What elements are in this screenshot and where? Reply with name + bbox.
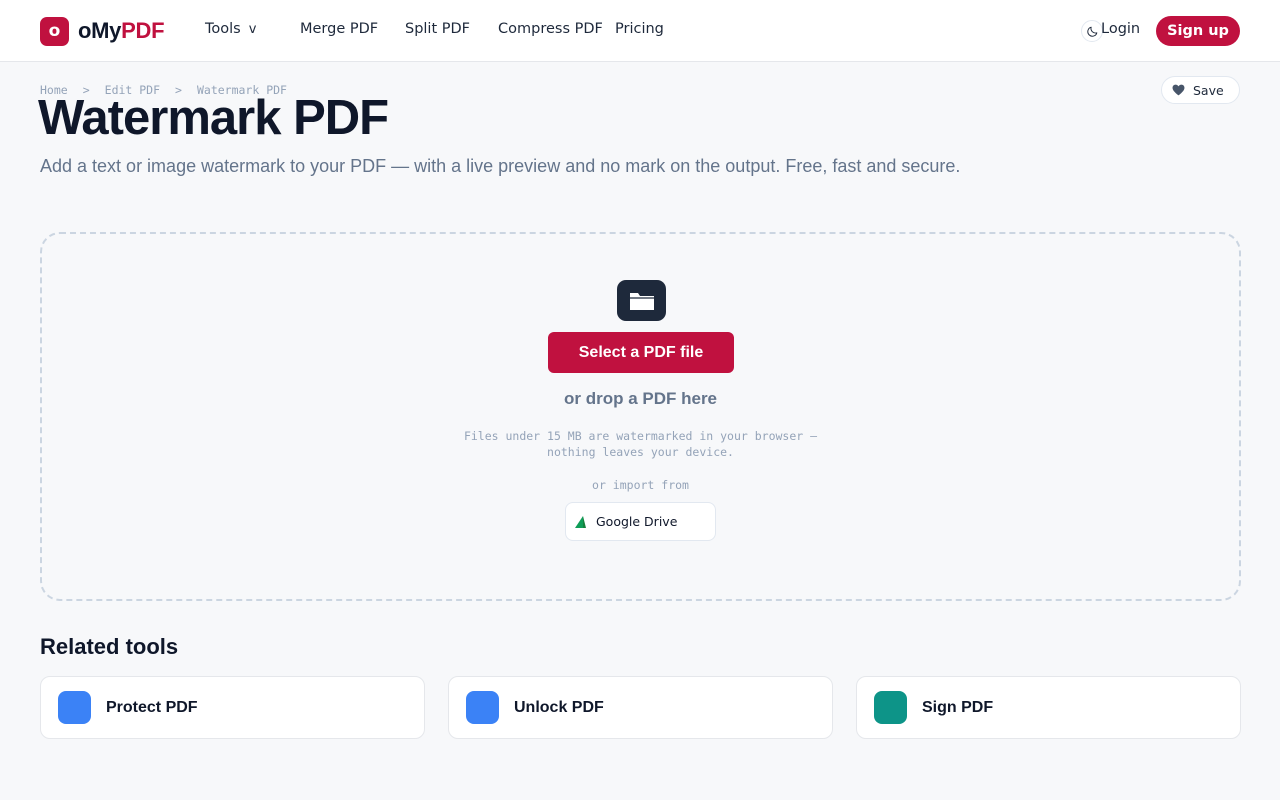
import-label: or import from xyxy=(592,478,689,492)
google-drive-label: Google Drive xyxy=(596,514,678,529)
nav-tools-dropdown[interactable]: Tools v xyxy=(205,21,256,37)
page-title: Watermark PDF xyxy=(38,91,389,145)
nav-compress-pdf[interactable]: Compress PDF xyxy=(498,21,603,37)
related-tool-name: Unlock PDF xyxy=(514,698,604,716)
top-navbar: o oMyPDF Tools v Merge PDF Split PDF Comp… xyxy=(0,0,1280,62)
related-tool-name: Protect PDF xyxy=(106,698,198,716)
logo-text-accent: PDF xyxy=(121,18,165,43)
nav-merge-pdf[interactable]: Merge PDF xyxy=(300,21,378,37)
privacy-note-line2: nothing leaves your device. xyxy=(547,445,734,459)
save-button[interactable]: Save xyxy=(1161,76,1240,104)
related-tool-card[interactable]: Unlock PDF xyxy=(448,676,833,739)
chevron-down-icon: v xyxy=(248,22,257,37)
privacy-note-line1: Files under 15 MB are watermarked in you… xyxy=(463,429,818,443)
page-subtitle: Add a text or image watermark to your PD… xyxy=(40,156,961,176)
heart-icon xyxy=(1172,84,1185,96)
logo-mark-letter: o xyxy=(48,20,61,41)
nav-tools-label: Tools xyxy=(205,21,241,37)
moon-icon xyxy=(1086,26,1097,37)
related-tool-card[interactable]: Sign PDF xyxy=(856,676,1241,739)
tool-color-icon xyxy=(58,691,91,724)
tool-color-icon xyxy=(466,691,499,724)
google-drive-icon xyxy=(575,515,587,529)
logo-mark-icon: o xyxy=(40,16,69,46)
related-tools-heading: Related tools xyxy=(40,634,179,659)
save-button-label: Save xyxy=(1193,82,1224,98)
related-tool-name: Sign PDF xyxy=(922,698,994,716)
nav-split-pdf[interactable]: Split PDF xyxy=(405,21,470,37)
logo[interactable]: o oMyPDF xyxy=(40,16,165,46)
logo-text: oMyPDF xyxy=(78,18,165,44)
nav-pricing[interactable]: Pricing xyxy=(615,21,664,37)
logo-text-main: oMy xyxy=(78,18,122,43)
google-drive-button[interactable]: Google Drive xyxy=(565,502,716,541)
select-pdf-button[interactable]: Select a PDF file xyxy=(548,332,734,373)
signup-button[interactable]: Sign up xyxy=(1156,16,1240,46)
drop-hint: or drop a PDF here xyxy=(563,389,718,408)
login-link[interactable]: Login xyxy=(1101,21,1140,37)
privacy-note: Files under 15 MB are watermarked in you… xyxy=(42,428,1239,460)
folder-icon xyxy=(617,280,666,321)
tool-color-icon xyxy=(874,691,907,724)
theme-toggle-button[interactable] xyxy=(1081,20,1103,42)
related-tool-card[interactable]: Protect PDF xyxy=(40,676,425,739)
file-dropzone[interactable]: Select a PDF file or drop a PDF here Fil… xyxy=(40,232,1241,601)
